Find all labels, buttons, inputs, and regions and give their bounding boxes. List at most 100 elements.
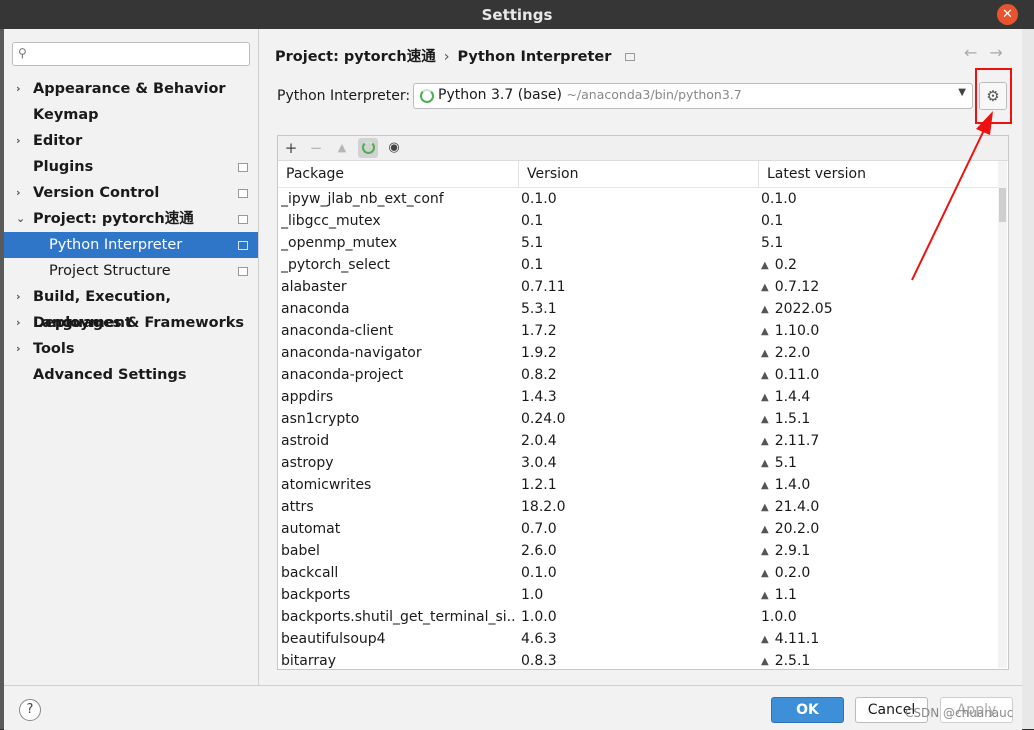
watermark: CSDN @chuanauc [905, 706, 1014, 720]
chevron-right-icon[interactable]: › [16, 310, 21, 336]
table-row[interactable]: _pytorch_select 0.1 ▲ 0.2 [278, 254, 998, 276]
upgrade-available-icon: ▲ [761, 304, 769, 315]
forward-arrow-icon[interactable]: → [989, 43, 1014, 62]
package-latest-version: ▲ 5.1 [761, 452, 997, 475]
table-row[interactable]: beautifulsoup4 4.6.3 ▲ 4.11.1 [278, 628, 998, 650]
table-row[interactable]: backports 1.0 ▲ 1.1 [278, 584, 998, 606]
table-row[interactable]: anaconda-client 1.7.2 ▲ 1.10.0 [278, 320, 998, 342]
sidebar-item[interactable]: › Editor [4, 128, 258, 154]
table-row[interactable]: anaconda-navigator 1.9.2 ▲ 2.2.0 [278, 342, 998, 364]
package-name: attrs [281, 499, 314, 515]
table-row[interactable]: anaconda-project 0.8.2 ▲ 0.11.0 [278, 364, 998, 386]
package-version: 0.7.11 [521, 279, 566, 295]
table-row[interactable]: attrs 18.2.0 ▲ 21.4.0 [278, 496, 998, 518]
sidebar-item-label: Plugins [33, 159, 94, 175]
table-row[interactable]: automat 0.7.0 ▲ 20.2.0 [278, 518, 998, 540]
refresh-spinner-button[interactable] [358, 138, 378, 158]
search-field[interactable]: ⚲ [12, 42, 250, 66]
sidebar-item[interactable]: › Tools [4, 336, 258, 362]
package-name: asn1crypto [281, 411, 360, 427]
upgrade-available-icon: ▲ [761, 546, 769, 557]
project-scope-icon [238, 267, 248, 276]
table-row[interactable]: _libgcc_mutex 0.1 0.1 [278, 210, 998, 232]
upgrade-available-icon: ▲ [761, 260, 769, 271]
package-latest-version: ▲ 21.4.0 [761, 496, 997, 519]
close-icon[interactable]: ✕ [997, 4, 1018, 25]
package-version: 0.1.0 [521, 565, 557, 581]
package-latest-version: ▲ 1.4.4 [761, 386, 997, 409]
table-row[interactable]: appdirs 1.4.3 ▲ 1.4.4 [278, 386, 998, 408]
sidebar-item-label: Version Control [33, 185, 160, 201]
breadcrumb: Project: pytorch速通 › Python Interpreter [275, 45, 636, 66]
package-name: alabaster [281, 279, 347, 295]
breadcrumb-parent[interactable]: Project: pytorch速通 [275, 49, 436, 65]
eye-icon[interactable]: ◉ [384, 138, 404, 158]
ok-button[interactable]: OK [771, 697, 844, 723]
header-package[interactable]: Package [278, 161, 518, 187]
sidebar-item[interactable]: Project Structure [4, 258, 258, 284]
sidebar-item-label: Appearance & Behavior [33, 81, 226, 97]
table-row[interactable]: babel 2.6.0 ▲ 2.9.1 [278, 540, 998, 562]
sidebar-item[interactable]: Plugins [4, 154, 258, 180]
table-row[interactable]: anaconda 5.3.1 ▲ 2022.05 [278, 298, 998, 320]
settings-tree: › Appearance & Behavior Keymap › Editor Plugi… [4, 76, 258, 388]
sidebar-item[interactable]: Keymap [4, 102, 258, 128]
add-package-button[interactable]: + [281, 138, 301, 158]
sidebar-item[interactable]: Advanced Settings [4, 362, 258, 388]
packages-table-body: _ipyw_jlab_nb_ext_conf 0.1.0 0.1.0 _libgcc_… [278, 188, 998, 668]
scrollbar-thumb[interactable] [999, 188, 1006, 222]
sidebar-item[interactable]: › Appearance & Behavior [4, 76, 258, 102]
table-row[interactable]: astroid 2.0.4 ▲ 2.11.7 [278, 430, 998, 452]
package-latest-version: ▲ 1.5.1 [761, 408, 997, 431]
table-scrollbar[interactable] [998, 161, 1007, 668]
chevron-right-icon[interactable]: › [16, 76, 21, 102]
chevron-right-icon[interactable]: › [16, 284, 21, 310]
package-latest-version: ▲ 20.2.0 [761, 518, 997, 541]
chevron-right-icon[interactable]: › [16, 128, 21, 154]
help-icon[interactable]: ? [19, 699, 41, 721]
package-latest-version: ▲ 2022.05 [761, 298, 997, 321]
interpreter-path: ~/anaconda3/bin/python3.7 [566, 87, 742, 102]
table-row[interactable]: backports.shutil_get_terminal_si... 1.0.0… [278, 606, 998, 628]
upgrade-package-button[interactable]: ▲ [332, 138, 352, 158]
table-row[interactable]: backcall 0.1.0 ▲ 0.2.0 [278, 562, 998, 584]
table-row[interactable]: asn1crypto 0.24.0 ▲ 1.5.1 [278, 408, 998, 430]
window-title: Settings [481, 6, 553, 24]
sidebar-item[interactable]: Python Interpreter [4, 232, 258, 258]
table-row[interactable]: _openmp_mutex 5.1 5.1 [278, 232, 998, 254]
table-row[interactable]: alabaster 0.7.11 ▲ 0.7.12 [278, 276, 998, 298]
chevron-right-icon[interactable]: › [16, 336, 21, 362]
search-input[interactable] [35, 45, 245, 63]
search-icon: ⚲ [18, 46, 27, 60]
sidebar-item[interactable]: › Build, Execution, Deployment [4, 284, 258, 331]
latest-version-value: 4.11.1 [774, 631, 820, 647]
header-version[interactable]: Version [518, 161, 758, 187]
package-version: 5.1 [521, 235, 544, 251]
package-latest-version: 5.1 [761, 232, 997, 254]
upgrade-available-icon: ▲ [761, 480, 769, 491]
sidebar-item[interactable]: › Languages & Frameworks [4, 310, 258, 336]
table-row[interactable]: _ipyw_jlab_nb_ext_conf 0.1.0 0.1.0 [278, 188, 998, 210]
table-row[interactable]: atomicwrites 1.2.1 ▲ 1.4.0 [278, 474, 998, 496]
header-latest-version[interactable]: Latest version [758, 161, 998, 187]
table-row[interactable]: bitarray 0.8.3 ▲ 2.5.1 [278, 650, 998, 668]
package-version: 2.6.0 [521, 543, 557, 559]
sidebar-item-label: Project Structure [49, 263, 171, 279]
table-row[interactable]: astropy 3.0.4 ▲ 5.1 [278, 452, 998, 474]
sidebar-item[interactable]: › Version Control [4, 180, 258, 206]
table-header: Package Version Latest version [278, 161, 998, 188]
package-version: 18.2.0 [521, 499, 566, 515]
package-name: babel [281, 543, 320, 559]
sidebar-item[interactable]: ⌄ Project: pytorch速通 [4, 206, 258, 232]
package-name: _libgcc_mutex [281, 213, 381, 229]
remove-package-button[interactable]: − [306, 138, 326, 158]
chevron-right-icon[interactable]: › [16, 180, 21, 206]
package-latest-version: ▲ 2.2.0 [761, 342, 997, 365]
package-version: 2.0.4 [521, 433, 557, 449]
back-arrow-icon[interactable]: ← [964, 43, 989, 62]
package-version: 1.4.3 [521, 389, 557, 405]
chevron-down-icon[interactable]: ⌄ [16, 206, 25, 232]
package-version: 0.1.0 [521, 191, 557, 207]
interpreter-select[interactable]: Python 3.7 (base) ~/anaconda3/bin/python… [413, 83, 973, 109]
dropdown-arrow-icon[interactable]: ▼ [958, 87, 966, 98]
